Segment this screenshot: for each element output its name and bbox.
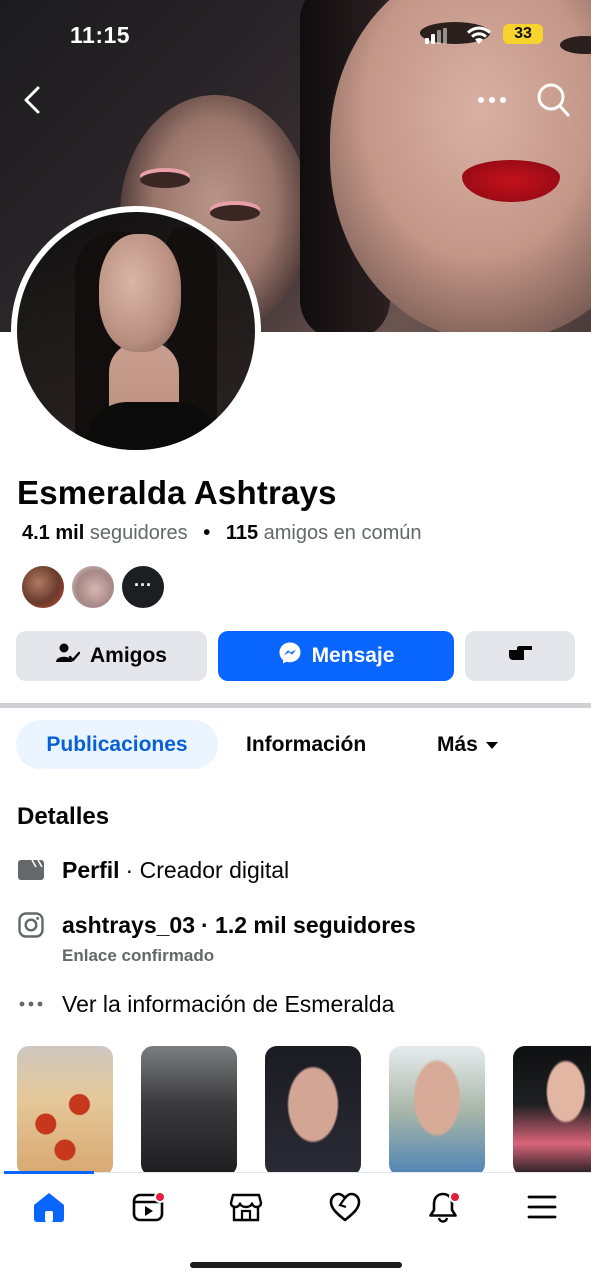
status-bar: 11:15 33 [0,18,591,54]
instagram-link-status: Enlace confirmado [62,946,215,965]
detail-profile-type: Perfil · Creador digital [17,856,289,884]
message-button[interactable]: Mensaje [218,631,454,681]
featured-photo[interactable] [17,1046,113,1172]
avatar-clothing [87,402,217,450]
featured-photo[interactable] [389,1046,485,1172]
search-button[interactable] [534,80,572,120]
instagram-handle[interactable]: ashtrays_03 [62,912,195,939]
home-icon [32,1191,66,1228]
profile-category: · Creador digital [125,856,290,883]
followers-label[interactable]: seguidores [90,522,188,544]
mutual-friends-label[interactable]: amigos en común [264,522,422,544]
profile-stats: 4.1 mil seguidores • 115 amigos en común [22,522,422,545]
menu-icon [525,1193,559,1226]
tab-more-label: Más [437,732,478,756]
featured-photo[interactable] [265,1046,361,1172]
see-more-info-label[interactable]: Ver la información de Esmeralda [62,991,394,1018]
featured-photo[interactable] [513,1046,591,1172]
detail-instagram-link[interactable]: ashtrays_03 · 1.2 mil seguidores [17,911,416,939]
friends-button-label: Amigos [89,644,167,667]
profile-avatar[interactable] [11,206,261,456]
battery-indicator: 33 [503,24,543,44]
cover-eye [210,205,260,221]
status-time: 11:15 [70,22,131,48]
poke-button[interactable] [465,631,575,681]
mutual-friend-avatar[interactable] [70,564,116,610]
cover-eye [140,172,190,188]
bottom-nav [0,1171,591,1248]
message-button-label: Mensaje [311,644,395,667]
friend-check-icon [55,642,81,670]
avatar-face [99,234,181,352]
back-button[interactable] [18,82,48,118]
active-tab-indicator [4,1171,94,1174]
marketplace-icon [229,1191,263,1228]
nav-video[interactable] [126,1187,170,1231]
featured-photo[interactable] [141,1046,237,1172]
more-options-button[interactable] [474,86,510,114]
dating-icon [328,1191,362,1228]
home-indicator[interactable] [190,1262,402,1268]
nav-notifications[interactable] [421,1187,465,1231]
details-title: Detalles [17,803,110,830]
messenger-icon [278,641,302,671]
nav-home[interactable] [27,1187,71,1231]
followers-count[interactable]: 4.1 mil [22,522,84,544]
nav-marketplace[interactable] [224,1187,268,1231]
tab-posts[interactable]: Publicaciones [16,720,218,769]
nav-menu[interactable] [520,1187,564,1231]
search-icon [534,83,572,124]
more-dots-icon [17,990,45,1018]
section-divider [0,703,591,708]
mutual-friend-avatar[interactable] [20,564,66,610]
see-more-info-link[interactable]: Ver la información de Esmeralda [17,990,394,1018]
mutual-friends-count[interactable]: 115 [226,522,258,544]
profile-badge-icon [17,856,45,884]
instagram-icon [17,911,45,939]
nav-dating[interactable] [323,1187,367,1231]
profile-name: Esmeralda Ashtrays [17,474,337,511]
featured-photos [17,1046,591,1172]
tab-more[interactable]: Más [437,720,498,769]
back-icon [18,86,48,122]
friends-button[interactable]: Amigos [16,631,207,681]
instagram-followers: · 1.2 mil seguidores [201,911,416,938]
more-mutual-friends-button[interactable]: ··· [120,564,166,610]
video-notification-badge [154,1191,166,1203]
tab-about[interactable]: Información [246,720,366,769]
signal-icon [425,28,447,44]
notifications-badge [449,1191,461,1203]
avatar-photo [17,212,255,450]
more-icon [474,97,510,118]
pointing-hand-icon [507,643,533,669]
wifi-icon [466,26,492,51]
stats-separator: • [203,522,211,544]
caret-down-icon [485,742,498,749]
profile-label: Perfil [62,856,120,883]
